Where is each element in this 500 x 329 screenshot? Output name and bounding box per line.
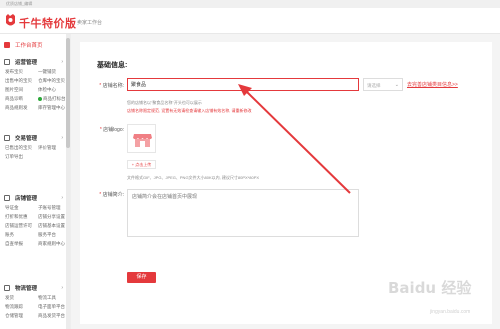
watermark: Baidu 经验 [388,279,472,297]
watermark-url: jingyan.baidu.com [430,309,471,315]
